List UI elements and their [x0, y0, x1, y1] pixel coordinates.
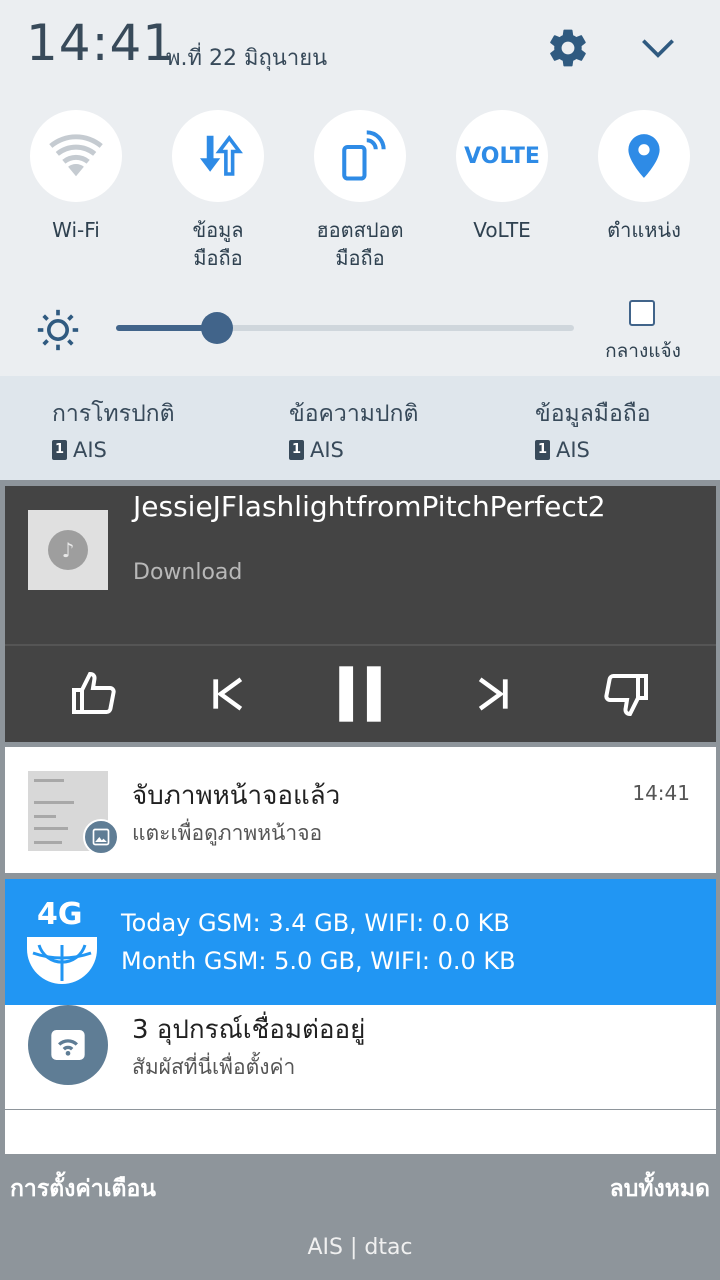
- previous-track-icon[interactable]: [193, 666, 263, 722]
- sim-badge: 1: [52, 440, 67, 460]
- sim-item-call[interactable]: การโทรปกติ 1 AIS: [52, 396, 175, 462]
- data-month-line: Month GSM: 5.0 GB, WIFI: 0.0 KB: [121, 947, 516, 975]
- clock: 14:41: [26, 14, 176, 72]
- carrier-label: AIS | dtac: [307, 1235, 413, 1260]
- hotspot-notification[interactable]: 3 อุปกรณ์เชื่อมต่ออยู่ สัมผัสที่นี่เพื่อ…: [5, 1005, 716, 1109]
- media-title: JessieJFlashlightfromPitchPerfect2: [133, 490, 606, 523]
- sim-item-message[interactable]: ข้อความปกติ 1 AIS: [289, 396, 418, 462]
- sim-item-title: ข้อความปกติ: [289, 401, 419, 427]
- notification-title: 3 อุปกรณ์เชื่อมต่ออยู่: [132, 1015, 366, 1045]
- image-icon: [83, 819, 119, 855]
- toggle-label: ฮอตสปอต มือถือ: [316, 218, 404, 270]
- thumbs-up-icon[interactable]: [59, 666, 129, 722]
- carrier-name: AIS: [310, 438, 344, 462]
- wifi-icon: [30, 110, 122, 202]
- brightness-icon: [36, 308, 80, 352]
- sim-item-carrier: 1 AIS: [289, 438, 418, 462]
- hotspot-wifi-icon: [28, 1005, 108, 1085]
- gear-icon[interactable]: [540, 20, 596, 76]
- notification-time: 14:41: [632, 781, 690, 805]
- data-arrows-icon: [172, 110, 264, 202]
- notification-title: จับภาพหน้าจอแล้ว: [132, 781, 341, 811]
- notification-text: สัมผัสที่นี่เพื่อตั้งค่า: [132, 1055, 296, 1079]
- volte-icon: VOLTE: [456, 110, 548, 202]
- data-usage-icon: 4G: [19, 897, 105, 987]
- chevron-down-icon[interactable]: [630, 20, 686, 76]
- quick-panel: 14:41 พ.ที่ 22 มิถุนายน Wi-Fi ข้อมูล มือ…: [0, 0, 720, 376]
- thumbs-down-icon[interactable]: [591, 666, 661, 722]
- data-today-line: Today GSM: 3.4 GB, WIFI: 0.0 KB: [121, 909, 510, 937]
- notification-text: แตะเพื่อดูภาพหน้าจอ: [132, 821, 323, 845]
- brightness-thumb[interactable]: [200, 312, 233, 344]
- notification-settings-button[interactable]: การตั้งค่าเตือน: [10, 1171, 156, 1207]
- sim-item-data[interactable]: ข้อมูลมือถือ 1 AIS: [535, 396, 651, 462]
- album-art: ♪: [28, 510, 108, 590]
- sim-badge: 1: [535, 440, 550, 460]
- toggle-wifi[interactable]: Wi-Fi: [5, 110, 147, 244]
- sim-item-carrier: 1 AIS: [535, 438, 651, 462]
- divider: [5, 644, 716, 646]
- clear-all-button[interactable]: ลบทั้งหมด: [610, 1171, 710, 1207]
- location-pin-icon: [598, 110, 690, 202]
- carrier-name: AIS: [556, 438, 590, 462]
- toggle-label: VoLTE: [473, 218, 531, 242]
- date: พ.ที่ 22 มิถุนายน: [166, 46, 328, 71]
- sim-item-title: ข้อมูลมือถือ: [535, 401, 651, 427]
- toggle-label: Wi-Fi: [52, 218, 100, 242]
- outdoor-label: กลางแจ้ง: [605, 340, 681, 362]
- sim-item-carrier: 1 AIS: [52, 438, 175, 462]
- toggle-location[interactable]: ตำแหน่ง: [573, 110, 715, 244]
- media-subtitle: Download: [133, 560, 243, 585]
- next-track-icon[interactable]: [458, 666, 528, 722]
- carrier-name: AIS: [73, 438, 107, 462]
- 4g-badge: 4G: [37, 897, 83, 932]
- outdoor-checkbox[interactable]: [629, 300, 655, 326]
- data-usage-notification[interactable]: 4G Today GSM: 3.4 GB, WIFI: 0.0 KB Month…: [5, 879, 716, 1005]
- bottom-bar: การตั้งค่าเตือน ลบทั้งหมด AIS | dtac: [0, 1155, 720, 1280]
- sim-badge: 1: [289, 440, 304, 460]
- music-note-icon: ♪: [48, 530, 88, 570]
- next-notification-peek[interactable]: [5, 1110, 716, 1154]
- toggle-hotspot[interactable]: ฮอตสปอต มือถือ: [289, 110, 431, 272]
- media-notification[interactable]: ♪ JessieJFlashlightfromPitchPerfect2 Dow…: [5, 486, 716, 742]
- toggle-volte[interactable]: VOLTE VoLTE: [431, 110, 573, 244]
- toggle-label: ตำแหน่ง: [607, 218, 681, 242]
- pause-icon[interactable]: [325, 666, 395, 722]
- hotspot-icon: [314, 110, 406, 202]
- screenshot-notification[interactable]: จับภาพหน้าจอแล้ว แตะเพื่อดูภาพหน้าจอ 14:…: [5, 747, 716, 873]
- sim-settings-bar: การโทรปกติ 1 AIS ข้อความปกติ 1 AIS ข้อมู…: [0, 376, 720, 480]
- sim-item-title: การโทรปกติ: [52, 401, 175, 427]
- toggle-label: ข้อมูล มือถือ: [192, 218, 244, 270]
- toggle-mobile-data[interactable]: ข้อมูล มือถือ: [147, 110, 289, 272]
